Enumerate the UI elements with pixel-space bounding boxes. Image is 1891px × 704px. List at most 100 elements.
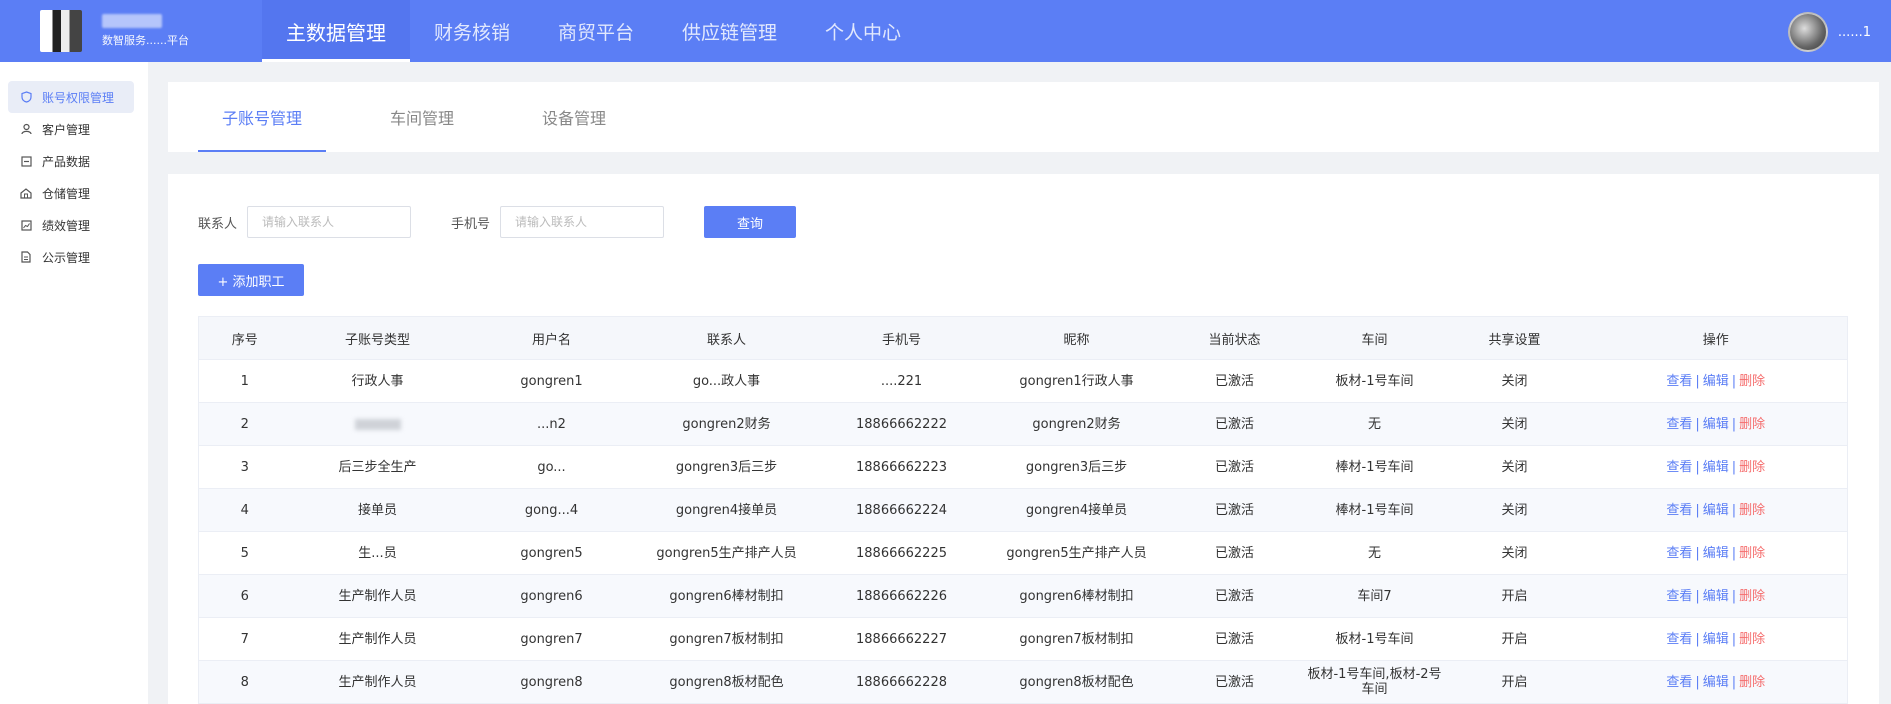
contact-label: 联系人 [198,216,238,232]
sidebar-item-account-permissions[interactable]: 账号权限管理 [8,81,134,113]
col-header-phone: 手机号 [814,316,989,360]
view-link[interactable]: 查看 [1666,503,1692,518]
view-link[interactable]: 查看 [1666,460,1692,475]
view-link[interactable]: 查看 [1666,589,1692,604]
cell-nickname: gongren2财务 [988,402,1165,446]
table-row: 3 后三步全生产 go... gongren3后三步 18866662223 gongre… [198,445,1848,489]
action-separator: | [1731,674,1737,690]
document-icon [20,251,32,263]
action-separator: | [1695,373,1700,389]
cell-actions: 查看 | 编辑 | 删除 [1584,488,1848,532]
cell-actions: 查看 | 编辑 | 删除 [1584,402,1848,446]
cell-nickname: gongren6棒材制扣 [988,574,1165,618]
cell-no: 4 [198,488,291,532]
col-header-share: 共享设置 [1444,316,1585,360]
edit-link[interactable]: 编辑 [1703,460,1729,475]
cell-phone: ....221 [814,359,989,403]
nav-item-master-data[interactable]: 主数据管理 [262,0,410,62]
cell-type: 生...员 [290,531,465,575]
cell-phone: 18866662228 [814,660,989,704]
cell-actions: 查看 | 编辑 | 删除 [1584,531,1848,575]
sidebar-item-label: 客户管理 [42,122,91,137]
delete-link[interactable]: 删除 [1739,503,1765,518]
cell-actions: 查看 | 编辑 | 删除 [1584,574,1848,618]
cell-share: 关闭 [1444,445,1585,489]
edit-link[interactable]: 编辑 [1703,589,1729,604]
avatar[interactable] [1787,12,1828,52]
delete-link[interactable]: 删除 [1739,546,1765,561]
view-link[interactable]: 查看 [1666,417,1692,432]
query-button[interactable]: 查询 [704,206,797,238]
edit-link[interactable]: 编辑 [1703,675,1729,690]
sidebar: 账号权限管理 客户管理 产品数据 仓储管理 绩效管理 公示管理 [0,62,148,704]
phone-search-input[interactable] [500,206,665,238]
cell-nickname: gongren8板材配色 [988,660,1165,704]
edit-link[interactable]: 编辑 [1703,503,1729,518]
action-separator: | [1695,588,1700,604]
edit-link[interactable]: 编辑 [1703,546,1729,561]
delete-link[interactable]: 删除 [1739,675,1765,690]
col-header-type: 子账号类型 [290,316,465,360]
sidebar-item-label: 仓储管理 [42,186,91,201]
cell-type: 生产制作人员 [290,574,465,618]
cell-status: 已激活 [1164,402,1305,446]
main-panel: 联系人 手机号 查询 + 添加职工 序号 子账号类型 用户名 联系人 手机号 昵… [168,174,1879,704]
cell-share: 关闭 [1444,402,1585,446]
cell-type: 行政人事 [290,359,465,403]
cell-contact: gongren7板材制扣 [638,617,815,661]
main-nav: 主数据管理 财务核销 商贸平台 供应链管理 个人中心 [262,0,925,62]
cell-status: 已激活 [1164,359,1305,403]
edit-link[interactable]: 编辑 [1703,417,1729,432]
cell-share: 开启 [1444,574,1585,618]
delete-link[interactable]: 删除 [1739,417,1765,432]
nav-item-personal-center[interactable]: 个人中心 [801,0,925,62]
cell-share: 关闭 [1444,488,1585,532]
view-link[interactable]: 查看 [1666,546,1692,561]
nav-item-finance[interactable]: 财务核销 [410,0,534,62]
tab-sub-accounts[interactable]: 子账号管理 [198,82,327,152]
edit-link[interactable]: 编辑 [1703,632,1729,647]
sidebar-item-announcements[interactable]: 公示管理 [8,241,134,273]
cell-username: gongren6 [464,574,639,618]
sidebar-item-label: 产品数据 [42,154,91,169]
cell-actions: 查看 | 编辑 | 删除 [1584,617,1848,661]
view-link[interactable]: 查看 [1666,374,1692,389]
cell-no: 7 [198,617,291,661]
sidebar-item-label: 公示管理 [42,250,91,265]
logo[interactable] [40,10,82,52]
table-row: 7 生产制作人员 gongren7 gongren7板材制扣 18866662227 go… [198,617,1848,661]
cell-phone: 18866662226 [814,574,989,618]
edit-link[interactable]: 编辑 [1703,374,1729,389]
cell-workshop: 无 [1304,531,1445,575]
cell-share: 开启 [1444,617,1585,661]
delete-link[interactable]: 删除 [1739,374,1765,389]
tab-workshops[interactable]: 车间管理 [366,82,478,152]
view-link[interactable]: 查看 [1666,632,1692,647]
sidebar-item-customers[interactable]: 客户管理 [8,113,134,145]
cell-share: 开启 [1444,660,1585,704]
cell-contact: gongren3后三步 [638,445,815,489]
cell-nickname: gongren1行政人事 [988,359,1165,403]
view-link[interactable]: 查看 [1666,675,1692,690]
sidebar-item-performance[interactable]: 绩效管理 [8,209,134,241]
contact-search-input[interactable] [247,206,412,238]
delete-link[interactable]: 删除 [1739,632,1765,647]
delete-link[interactable]: 删除 [1739,460,1765,475]
nav-item-trade[interactable]: 商贸平台 [534,0,658,62]
cell-contact: gongren8板材配色 [638,660,815,704]
cell-workshop: 板材-1号车间 [1304,617,1445,661]
delete-link[interactable]: 删除 [1739,589,1765,604]
sidebar-item-products[interactable]: 产品数据 [8,145,134,177]
cell-share: 关闭 [1444,531,1585,575]
tab-equipment[interactable]: 设备管理 [518,82,630,152]
user-name[interactable]: ......1 [1838,25,1871,40]
sidebar-item-warehouse[interactable]: 仓储管理 [8,177,134,209]
top-navbar: 数智服务......平台 主数据管理 财务核销 商贸平台 供应链管理 个人中心 … [0,0,1891,62]
add-employee-button[interactable]: + 添加职工 [198,264,304,296]
nav-item-supply-chain[interactable]: 供应链管理 [658,0,801,62]
col-header-no: 序号 [198,316,291,360]
user-menu[interactable]: ......1 [1787,12,1871,52]
shield-icon [20,91,32,103]
table-row: 8 生产制作人员 gongren8 gongren8板材配色 18866662228 go… [198,660,1848,704]
brand-name-masked [102,14,162,28]
